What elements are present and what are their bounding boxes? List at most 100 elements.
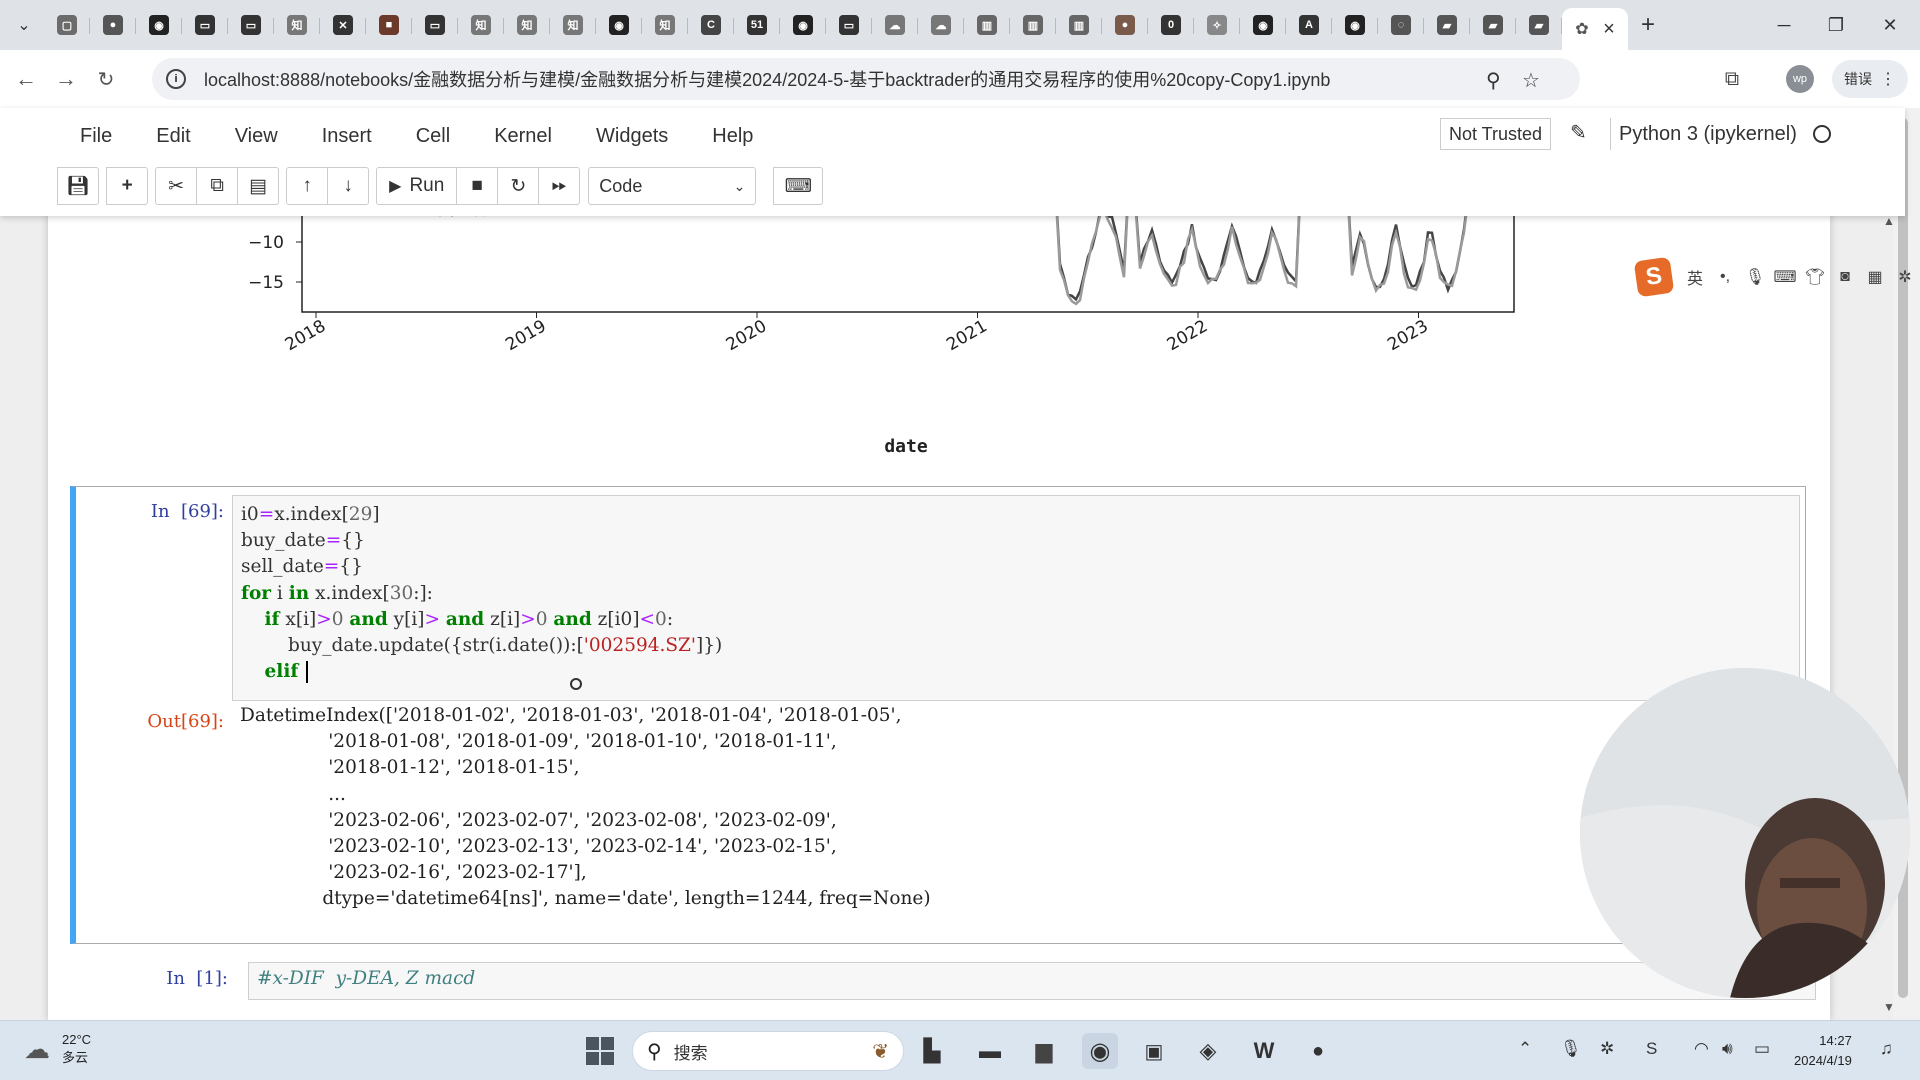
browser-tab[interactable]: A [1286,8,1332,42]
browser-tab[interactable]: ◌ [1378,8,1424,42]
browser-tab[interactable]: ● [90,8,136,42]
site-info-icon[interactable]: i [166,69,186,89]
volume-icon[interactable]: 🔊︎ [1722,1039,1733,1059]
run-button[interactable]: ▶ Run [376,167,458,205]
menu-edit[interactable]: Edit [134,116,212,156]
restart-run-all-button[interactable]: ⏩︎ [538,167,581,205]
browser-tab[interactable]: ▭ [412,8,458,42]
cut-button[interactable]: ✂ [155,167,198,205]
chrome-taskbar-button[interactable]: ◉ [1082,1033,1118,1069]
move-up-button[interactable]: ↑ [286,167,329,205]
task-view-button[interactable]: ▙ [914,1033,950,1069]
not-trusted-indicator[interactable]: Not Trusted [1440,118,1552,150]
microphone-icon[interactable]: 🎙︎ [1740,267,1770,287]
browser-tab[interactable]: ● [1102,8,1148,42]
browser-tab[interactable]: ▢ [44,8,90,42]
terminal-button[interactable]: ▣ [1136,1033,1172,1069]
recorder-button[interactable]: ● [1300,1033,1336,1069]
notification-icon[interactable]: ♫ [1880,1039,1893,1059]
copy-button[interactable]: ⧉ [196,167,239,205]
error-button[interactable]: 错误 ⋮ [1832,60,1908,98]
insert-cell-button[interactable]: + [106,167,149,205]
keyboard-icon[interactable]: ⌨ [1770,267,1800,287]
scroll-down-arrow-icon[interactable]: ▼ [1883,1000,1895,1014]
tray-app-icon[interactable]: ✲ [1600,1039,1614,1059]
url-text[interactable]: localhost:8888/notebooks/金融数据分析与建模/金融数据分… [204,66,1330,92]
apps-grid-icon[interactable]: ▦ [1860,267,1890,287]
bookmark-star-icon[interactable]: ☆ [1522,68,1540,93]
browser-tab[interactable]: ■ [366,8,412,42]
scroll-up-arrow-icon[interactable]: ▲ [1883,214,1895,228]
browser-tab[interactable]: ▥ [1010,8,1056,42]
browser-tab[interactable]: ▥ [1056,8,1102,42]
browser-tab[interactable]: ◉ [780,8,826,42]
wifi-icon[interactable]: ◠ [1694,1039,1709,1059]
tab-search-menu-button[interactable]: ⌄ [4,5,44,45]
weather-widget[interactable]: ☁ 22°C 多云 [24,1031,91,1067]
browser-tab[interactable]: ◉ [1240,8,1286,42]
menu-view[interactable]: View [213,116,300,156]
forward-button[interactable]: → [48,61,84,97]
wps-button[interactable]: W [1246,1033,1282,1069]
browser-tab[interactable]: ◉ [136,8,182,42]
browser-tab[interactable]: 0 [1148,8,1194,42]
menu-kernel[interactable]: Kernel [472,116,574,156]
ime-punctuation-toggle[interactable]: •, [1710,268,1740,286]
browser-tab[interactable]: 51 [734,8,780,42]
profile-avatar[interactable]: wp [1786,65,1814,93]
battery-icon[interactable]: ▭ [1754,1039,1770,1059]
browser-tab[interactable]: ▭ [182,8,228,42]
code-cell-69[interactable]: In [69]: i0=x.index[29] buy_date={} sell_d… [70,486,1806,944]
taskbar-app-1[interactable]: ▬ [972,1033,1008,1069]
browser-tab[interactable]: 知 [458,8,504,42]
browser-tab[interactable]: ✕ [320,8,366,42]
browser-tab[interactable]: ▭ [826,8,872,42]
browser-tab[interactable]: ▰ [1470,8,1516,42]
save-button[interactable]: 💾︎ [57,167,100,205]
menu-insert[interactable]: Insert [300,116,394,156]
sogou-logo-icon[interactable]: S [1633,256,1675,298]
code-editor[interactable]: #x-DIF y-DEA, Z macd [248,962,1816,1000]
browser-tab[interactable]: 知 [550,8,596,42]
browser-tab[interactable]: ▰ [1424,8,1470,42]
code-cell-1[interactable]: In [1]: #x-DIF y-DEA, Z macd [70,954,1816,1020]
settings-icon[interactable]: ✲ [1890,267,1920,287]
move-down-button[interactable]: ↓ [327,167,370,205]
more-vert-icon[interactable]: ⋮ [1880,69,1896,89]
restart-button[interactable]: ↻ [497,167,540,205]
code-editor[interactable]: i0=x.index[29] buy_date={} sell_date={} for… [232,495,1800,701]
interrupt-button[interactable]: ■ [456,167,499,205]
edit-pencil-icon[interactable]: ✎ [1570,120,1587,145]
reload-button[interactable]: ↻ [88,61,124,97]
browser-tab[interactable]: ◉ [596,8,642,42]
active-tab[interactable]: ✿ × [1562,8,1628,50]
tray-overflow-icon[interactable]: ⌃ [1518,1039,1532,1059]
browser-tab[interactable]: ▭ [228,8,274,42]
browser-tab[interactable]: ☁ [872,8,918,42]
close-window-button[interactable]: ✕ [1862,0,1918,50]
menu-cell[interactable]: Cell [394,116,472,156]
taskbar-clock[interactable]: 14:27 2024/4/19 [1794,1031,1852,1071]
browser-tab[interactable]: C [688,8,734,42]
menu-file[interactable]: File [58,116,134,156]
new-tab-button[interactable]: + [1628,5,1668,45]
skin-icon[interactable]: 👕︎ [1800,267,1830,287]
extensions-button[interactable]: ⧉ [1714,61,1750,97]
minimize-button[interactable]: ─ [1756,0,1812,50]
command-palette-button[interactable]: ⌨ [773,167,824,205]
ime-language-toggle[interactable]: 英 [1680,265,1710,289]
zoom-icon[interactable]: ⚲ [1486,68,1501,93]
back-button[interactable]: ← [8,61,44,97]
address-bar[interactable]: i localhost:8888/notebooks/金融数据分析与建模/金融数… [152,58,1580,100]
menu-help[interactable]: Help [690,116,775,156]
microphone-icon[interactable]: 🎙︎ [1560,1039,1582,1059]
browser-tab[interactable]: ▰ [1516,8,1562,42]
sogou-tray-icon[interactable]: S [1646,1039,1657,1059]
cell-type-select[interactable]: Code ⌄ [588,167,757,205]
taskbar-search[interactable]: ⚲ 搜索 ❦ [632,1031,904,1071]
browser-tab[interactable]: ☁ [918,8,964,42]
start-button[interactable] [582,1033,618,1069]
browser-tab[interactable]: 知 [274,8,320,42]
browser-tab[interactable]: 知 [642,8,688,42]
browser-tab[interactable]: ▥ [964,8,1010,42]
